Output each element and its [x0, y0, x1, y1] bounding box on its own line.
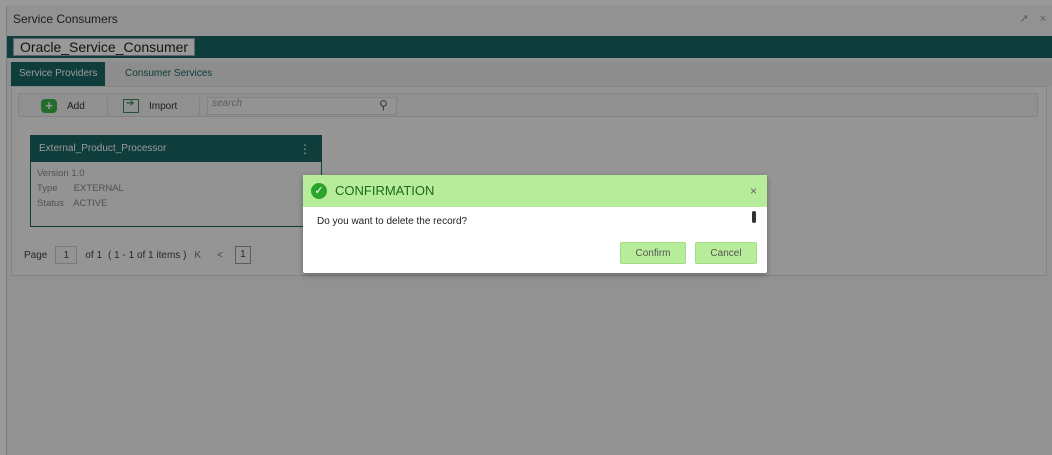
close-icon[interactable]: × [750, 184, 757, 198]
check-circle-icon: ✓ [311, 183, 327, 199]
dialog-header: ✓ CONFIRMATION × [303, 175, 767, 207]
dialog-title: CONFIRMATION [335, 183, 435, 198]
confirm-button[interactable]: Confirm [620, 242, 686, 264]
cancel-button[interactable]: Cancel [695, 242, 757, 264]
dialog-scrollbar[interactable] [752, 211, 756, 223]
confirmation-dialog: ✓ CONFIRMATION × Do you want to delete t… [303, 175, 767, 273]
dialog-message: Do you want to delete the record? [317, 216, 468, 227]
